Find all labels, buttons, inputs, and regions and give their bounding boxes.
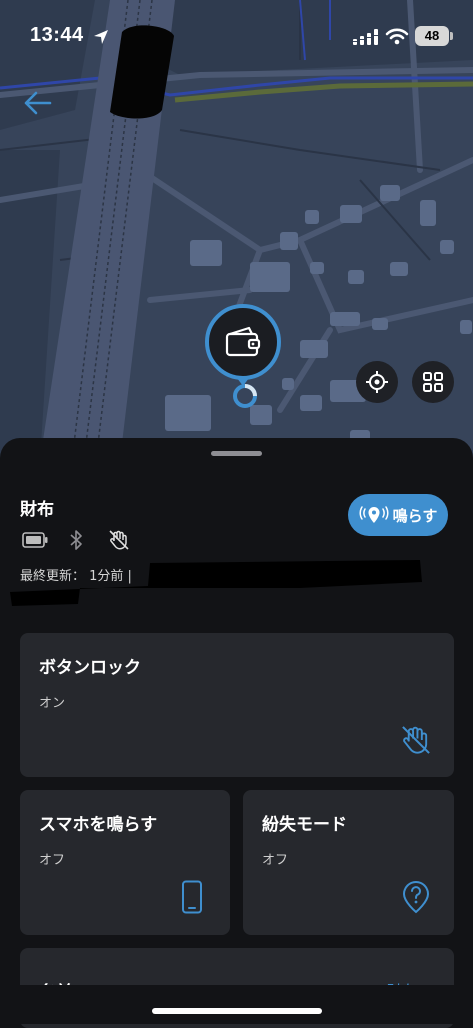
sheet-drag-handle[interactable] (211, 451, 262, 456)
question-pin-icon (402, 880, 430, 914)
button-lock-value: オン (39, 696, 66, 711)
item-status-icons (22, 530, 142, 550)
user-location-indicator (233, 384, 257, 408)
phone-icon (182, 880, 202, 914)
button-lock-card[interactable]: ボタンロック オン (20, 633, 454, 777)
bluetooth-icon (70, 530, 82, 550)
recenter-icon (366, 371, 388, 393)
status-bar: 13:44 48 (0, 0, 473, 72)
redaction-block (0, 558, 473, 608)
battery-tip (450, 32, 453, 40)
ring-location-icon (359, 506, 389, 523)
map-grid-button[interactable] (412, 361, 454, 403)
item-name: 財布 (20, 500, 54, 520)
ring-phone-title: スマホを鳴らす (39, 815, 158, 835)
battery-icon (22, 532, 48, 548)
button-lock-title: ボタンロック (39, 658, 141, 678)
back-arrow-icon[interactable] (22, 88, 54, 118)
home-indicator[interactable] (152, 1008, 322, 1014)
ring-phone-card[interactable]: スマホを鳴らす オフ (20, 790, 230, 935)
lost-mode-card[interactable]: 紛失モード オフ (243, 790, 454, 935)
location-arrow-icon (94, 30, 108, 44)
lost-mode-value: オフ (262, 853, 289, 868)
hand-off-icon (109, 530, 129, 550)
wallet-icon (225, 326, 261, 357)
map-view[interactable]: 13:44 48 (0, 0, 473, 460)
grid-icon (423, 372, 443, 392)
hand-off-icon (402, 726, 430, 754)
ring-phone-value: オフ (39, 853, 66, 868)
signal-icon (353, 29, 378, 45)
wifi-icon (385, 28, 409, 45)
ring-button-label: 鳴らす (392, 506, 438, 525)
item-map-pin[interactable] (205, 304, 281, 380)
bottom-safe-area (0, 985, 473, 1024)
recenter-button[interactable] (356, 361, 398, 403)
lost-mode-title: 紛失モード (262, 815, 347, 835)
item-detail-sheet: 財布 最終更新： 1分前 | 鳴らす ボタンロック オン スマホを鳴らす オフ … (0, 438, 473, 1028)
ring-button[interactable]: 鳴らす (348, 494, 448, 536)
battery-icon: 48 (415, 26, 449, 46)
status-time: 13:44 (30, 24, 84, 46)
